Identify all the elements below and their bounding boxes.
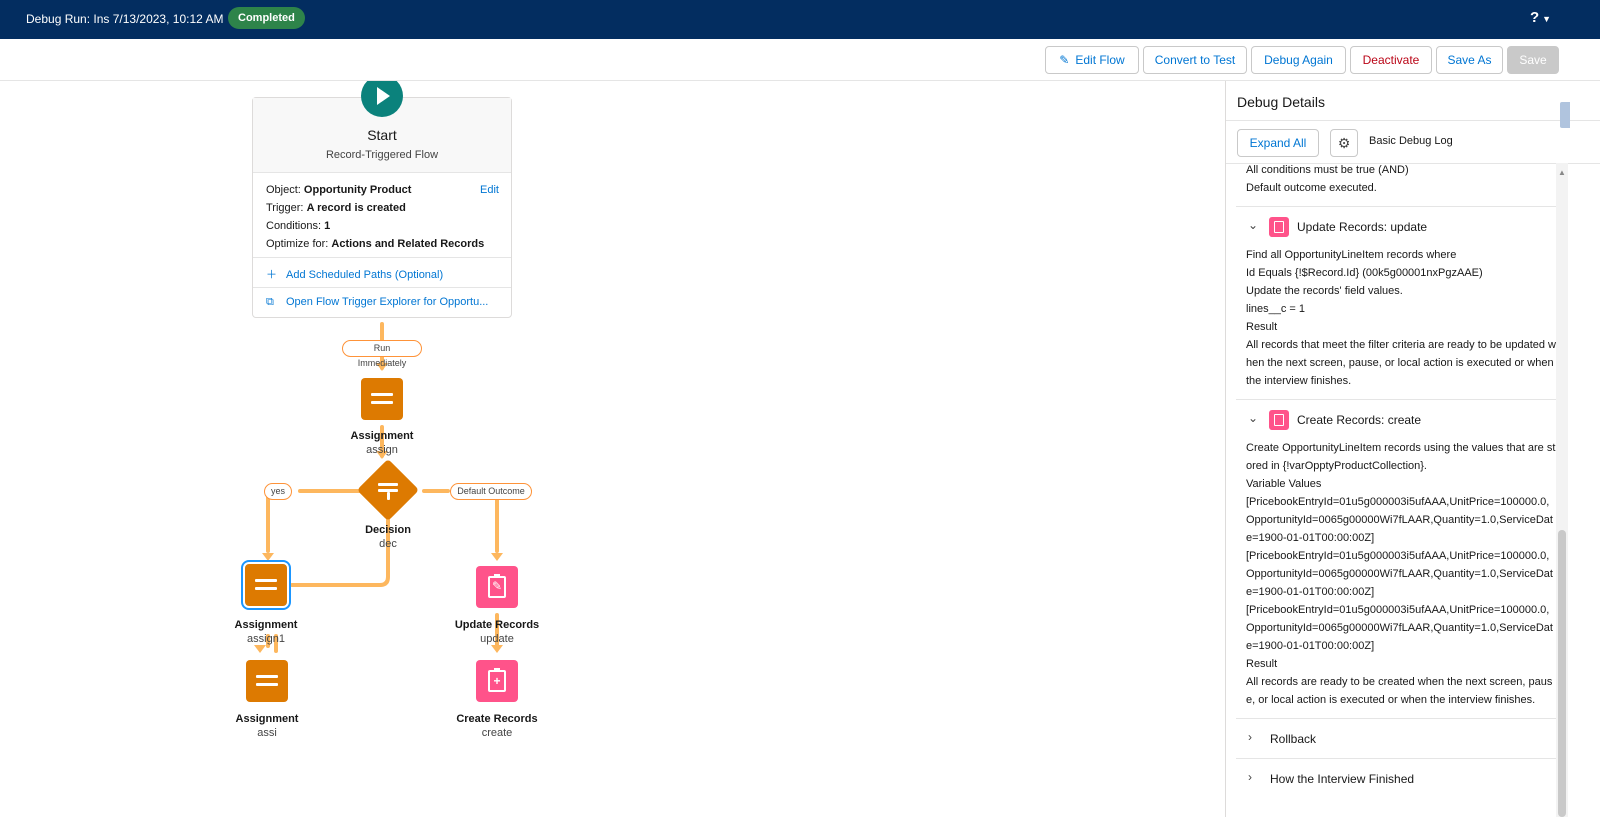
caret-down-icon: ▼	[1542, 14, 1552, 24]
assi-label: Assignment assi	[235, 713, 299, 739]
open-flow-trigger-explorer-link[interactable]: ⧉ Open Flow Trigger Explorer for Opportu.…	[253, 288, 511, 318]
connectors	[254, 322, 532, 653]
convert-to-test-button[interactable]: Convert to Test	[1143, 46, 1247, 74]
chevron-down-icon: ⌄	[1248, 218, 1259, 232]
how-interview-finished-section-header[interactable]: › How the Interview Finished	[1236, 758, 1564, 798]
assign-label: Assignment assign	[350, 430, 414, 456]
arrow-7	[491, 645, 503, 653]
edit-flow-button[interactable]: ✎ Edit Flow	[1045, 46, 1139, 74]
pencil-icon: ✎	[1059, 53, 1070, 67]
toolbar: ✎ Edit Flow Convert to Test Debug Again D…	[0, 39, 1600, 81]
gear-icon[interactable]: ⚙	[1330, 129, 1358, 157]
debug-log-body: All conditions must be true (AND) Defaul…	[1226, 164, 1564, 798]
save-as-button[interactable]: Save As	[1436, 46, 1503, 74]
create-records-icon	[1269, 410, 1289, 430]
trigger-value: A record is created	[306, 202, 406, 214]
panel-title: Debug Details	[1237, 94, 1325, 110]
chevron-right-icon: ›	[1248, 730, 1252, 744]
flow-canvas[interactable]: Start Record-Triggered Flow Object: Oppo…	[0, 81, 1225, 817]
expand-all-button[interactable]: Expand All	[1237, 129, 1319, 157]
start-title: Start	[367, 127, 397, 143]
start-element[interactable]: Start Record-Triggered Flow Object: Oppo…	[252, 97, 512, 318]
top-bar: Debug Run: Ins 7/13/2023, 10:12 AM Compl…	[0, 0, 1600, 39]
assignment-node-assign[interactable]	[361, 378, 403, 420]
assignment-node-assi[interactable]	[246, 660, 288, 702]
debug-details-panel: Debug Details Expand All ⚙ Basic Debug L…	[1225, 81, 1600, 817]
status-badge: Completed	[228, 7, 305, 29]
panel-edge-tab[interactable]	[1560, 102, 1570, 128]
run-immediately-label: Run Immediately	[342, 340, 422, 368]
default-outcome-label: Default Outcome	[450, 483, 532, 500]
external-link-icon: ⧉	[266, 296, 274, 308]
yes-outcome-label: yes	[264, 483, 292, 500]
arrow-6	[254, 645, 266, 653]
debug-again-button[interactable]: Debug Again	[1251, 46, 1346, 74]
scroll-up-icon[interactable]: ▲	[1558, 168, 1566, 177]
plus-icon: ＋	[266, 269, 277, 281]
create-label: Create Records create	[456, 713, 538, 739]
edit-start-link[interactable]: Edit	[480, 181, 499, 199]
help-menu[interactable]: ? ▼	[1530, 9, 1551, 26]
update-records-node[interactable]: ✎	[476, 566, 518, 608]
basic-debug-log-label: Basic Debug Log	[1369, 135, 1453, 147]
create-records-details: Create OpportunityLineItem records using…	[1246, 442, 1556, 706]
rollback-section-header[interactable]: › Rollback	[1236, 718, 1564, 758]
add-scheduled-paths-link[interactable]: ＋ Add Scheduled Paths (Optional)	[253, 258, 511, 288]
create-records-section-header[interactable]: ⌄ Create Records: create	[1236, 399, 1564, 439]
debug-run-title: Debug Run: Ins 7/13/2023, 10:12 AM	[26, 12, 224, 26]
assignment-node-assign1[interactable]	[243, 562, 289, 608]
update-label: Update Records update	[454, 619, 540, 645]
update-records-section-header[interactable]: ⌄ Update Records: update	[1236, 206, 1564, 246]
edit-icon: ✎	[491, 579, 503, 593]
question-icon: ?	[1530, 9, 1540, 26]
chevron-right-icon: ›	[1248, 770, 1252, 784]
optimize-value: Actions and Related Records	[331, 238, 485, 250]
decision-icon	[376, 478, 400, 502]
start-subtitle: Record-Triggered Flow	[325, 149, 439, 161]
deactivate-button[interactable]: Deactivate	[1350, 46, 1432, 74]
update-records-details: Find all OpportunityLineItem records whe…	[1246, 249, 1556, 387]
panel-controls: Expand All ⚙ Basic Debug Log	[1226, 121, 1600, 164]
update-records-icon	[1269, 217, 1289, 237]
decision-label: Decision dec	[365, 524, 411, 550]
object-value: Opportunity Product	[303, 184, 412, 196]
conditions-value: 1	[324, 220, 331, 232]
create-records-node[interactable]: +	[476, 660, 518, 702]
panel-scrollbar-thumb[interactable]	[1558, 530, 1566, 817]
panel-header: Debug Details	[1226, 81, 1600, 121]
arrow-3	[262, 553, 274, 561]
arrow-4	[491, 553, 503, 561]
chevron-down-icon: ⌄	[1248, 411, 1259, 425]
assign1-label: Assignment assign1	[234, 619, 298, 645]
plus-icon: +	[493, 674, 501, 688]
start-properties: Object: Opportunity Product Trigger: A r…	[253, 173, 511, 258]
save-button: Save	[1507, 46, 1559, 74]
decision-intro: All conditions must be true (AND) Defaul…	[1246, 164, 1409, 194]
